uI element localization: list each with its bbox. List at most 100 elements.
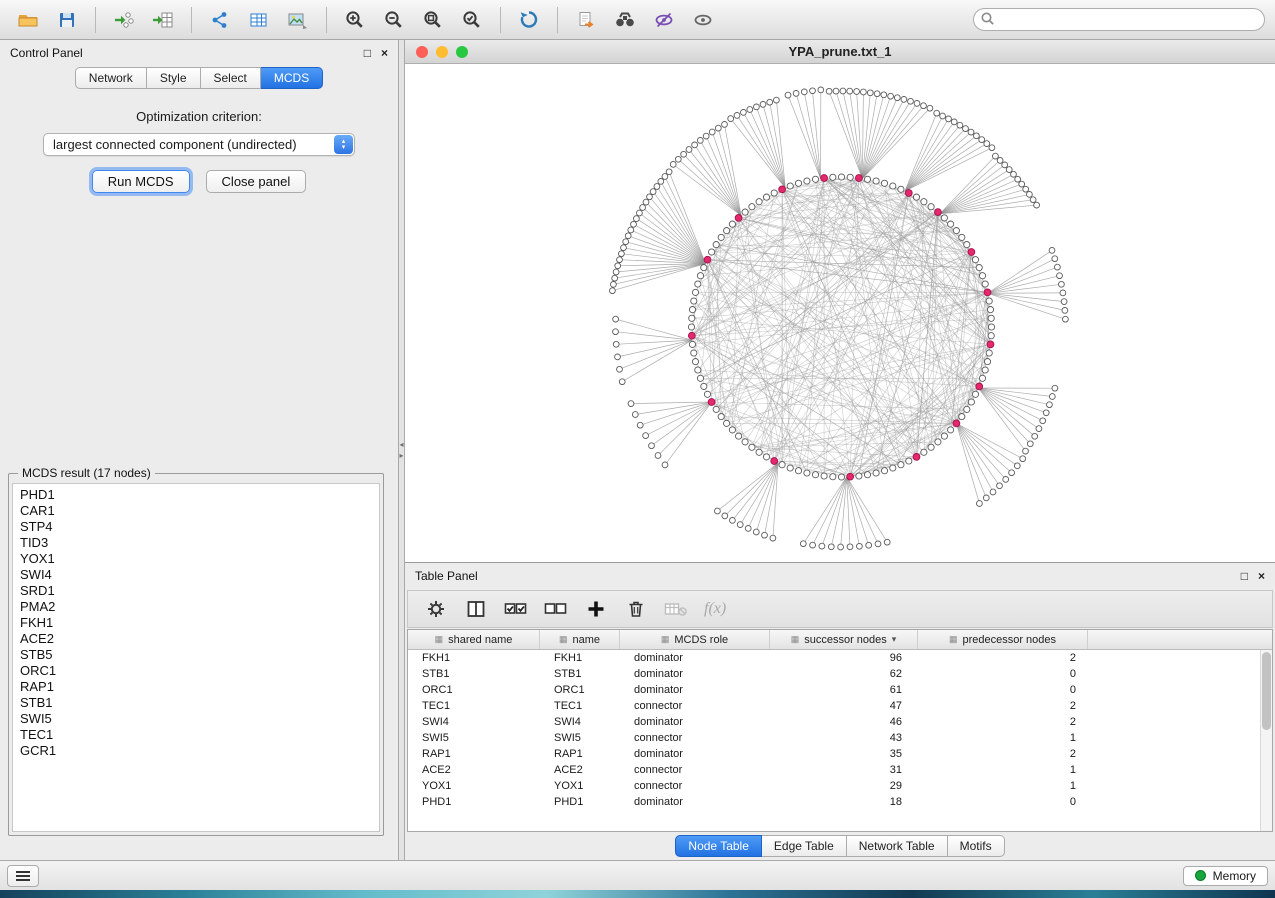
close-window-icon[interactable] bbox=[416, 46, 428, 58]
zoom-fit-icon[interactable] bbox=[415, 4, 451, 36]
result-node-item[interactable]: PHD1 bbox=[20, 487, 372, 503]
zoom-window-icon[interactable] bbox=[456, 46, 468, 58]
tab-edge-table[interactable]: Edge Table bbox=[762, 835, 847, 857]
new-network-icon[interactable] bbox=[202, 4, 238, 36]
table-row[interactable]: PHD1PHD1dominator180 bbox=[408, 794, 1272, 810]
collapse-left-icon[interactable]: ◂ bbox=[399, 440, 403, 449]
table-settings-gear-icon[interactable] bbox=[424, 597, 448, 621]
result-node-item[interactable]: YOX1 bbox=[20, 551, 372, 567]
table-cell: SWI4 bbox=[540, 714, 620, 730]
search-input[interactable] bbox=[973, 8, 1265, 31]
select-all-icon[interactable] bbox=[504, 597, 528, 621]
table-cell: connector bbox=[620, 778, 770, 794]
table-cell: SWI4 bbox=[408, 714, 540, 730]
result-node-item[interactable]: STB5 bbox=[20, 647, 372, 663]
memory-button[interactable]: Memory bbox=[1183, 866, 1268, 886]
open-folder-icon[interactable] bbox=[10, 4, 46, 36]
result-node-item[interactable]: ACE2 bbox=[20, 631, 372, 647]
result-node-item[interactable]: PMA2 bbox=[20, 599, 372, 615]
delete-trash-icon[interactable] bbox=[624, 597, 648, 621]
search-binoculars-icon[interactable] bbox=[607, 4, 643, 36]
result-node-item[interactable]: FKH1 bbox=[20, 615, 372, 631]
table-row[interactable]: ACE2ACE2connector311 bbox=[408, 762, 1272, 778]
table-cell: 0 bbox=[918, 666, 1088, 682]
result-node-item[interactable]: STP4 bbox=[20, 519, 372, 535]
column-header-mcds-role[interactable]: ▦MCDS role bbox=[620, 630, 770, 649]
panel-splitter[interactable]: ◂ ▸ bbox=[398, 40, 405, 860]
tab-style[interactable]: Style bbox=[147, 67, 201, 89]
hide-details-icon[interactable] bbox=[646, 4, 682, 36]
zoom-in-icon[interactable] bbox=[337, 4, 373, 36]
node-table-body: FKH1FKH1dominator962STB1STB1dominator620… bbox=[408, 650, 1272, 831]
table-row[interactable]: TEC1TEC1connector472 bbox=[408, 698, 1272, 714]
result-node-item[interactable]: SRD1 bbox=[20, 583, 372, 599]
float-panel-icon[interactable]: □ bbox=[364, 47, 371, 59]
result-node-item[interactable]: TID3 bbox=[20, 535, 372, 551]
result-node-item[interactable]: RAP1 bbox=[20, 679, 372, 695]
table-cell: 2 bbox=[918, 714, 1088, 730]
tab-node-table[interactable]: Node Table bbox=[675, 835, 762, 857]
result-node-item[interactable]: STB1 bbox=[20, 695, 372, 711]
table-cell: 29 bbox=[770, 778, 918, 794]
import-table-file-icon[interactable] bbox=[145, 4, 181, 36]
import-network-file-icon[interactable] bbox=[106, 4, 142, 36]
column-header-predecessor-nodes[interactable]: ▦predecessor nodes bbox=[918, 630, 1088, 649]
network-from-table-icon[interactable] bbox=[241, 4, 277, 36]
result-node-item[interactable]: CAR1 bbox=[20, 503, 372, 519]
unselect-all-icon[interactable] bbox=[544, 597, 568, 621]
tab-motifs[interactable]: Motifs bbox=[948, 835, 1005, 857]
table-row[interactable]: FKH1FKH1dominator962 bbox=[408, 650, 1272, 666]
scrollbar-thumb[interactable] bbox=[1262, 652, 1271, 730]
table-cell: TEC1 bbox=[408, 698, 540, 714]
column-header-name[interactable]: ▦name bbox=[540, 630, 620, 649]
table-row[interactable]: SWI5SWI5connector431 bbox=[408, 730, 1272, 746]
tab-network-table[interactable]: Network Table bbox=[847, 835, 948, 857]
zoom-out-icon[interactable] bbox=[376, 4, 412, 36]
refresh-icon[interactable] bbox=[511, 4, 547, 36]
add-column-icon[interactable] bbox=[584, 597, 608, 621]
network-canvas[interactable] bbox=[405, 64, 1275, 562]
table-scrollbar[interactable] bbox=[1260, 650, 1272, 831]
column-header-shared-name[interactable]: ▦shared name bbox=[408, 630, 540, 649]
close-panel-button[interactable]: Close panel bbox=[206, 170, 307, 193]
minimize-window-icon[interactable] bbox=[436, 46, 448, 58]
column-header-filler bbox=[1088, 630, 1272, 649]
table-cell-filler bbox=[1088, 746, 1272, 762]
tab-select[interactable]: Select bbox=[201, 67, 261, 89]
table-panel-title: Table Panel bbox=[415, 569, 478, 583]
result-node-item[interactable]: SWI5 bbox=[20, 711, 372, 727]
table-row[interactable]: SWI4SWI4dominator462 bbox=[408, 714, 1272, 730]
result-node-item[interactable]: GCR1 bbox=[20, 743, 372, 759]
toolbar-separator bbox=[95, 7, 96, 33]
table-cell: dominator bbox=[620, 794, 770, 810]
table-row[interactable]: YOX1YOX1connector291 bbox=[408, 778, 1272, 794]
float-table-panel-icon[interactable]: □ bbox=[1241, 570, 1248, 582]
table-row[interactable]: ORC1ORC1dominator610 bbox=[408, 682, 1272, 698]
close-panel-icon[interactable]: × bbox=[381, 47, 388, 59]
table-row[interactable]: STB1STB1dominator620 bbox=[408, 666, 1272, 682]
table-cell: connector bbox=[620, 730, 770, 746]
criterion-dropdown[interactable]: largest connected component (undirected)… bbox=[43, 133, 355, 156]
save-icon[interactable] bbox=[49, 4, 85, 36]
control-panel-title: Control Panel bbox=[10, 46, 83, 60]
tab-network[interactable]: Network bbox=[75, 67, 147, 89]
result-node-item[interactable]: ORC1 bbox=[20, 663, 372, 679]
zoom-selected-icon[interactable] bbox=[454, 4, 490, 36]
collapse-right-icon[interactable]: ▸ bbox=[399, 451, 403, 460]
result-node-item[interactable]: SWI4 bbox=[20, 567, 372, 583]
table-row[interactable]: RAP1RAP1dominator352 bbox=[408, 746, 1272, 762]
panel-menu-icon[interactable] bbox=[7, 865, 39, 887]
export-image-icon[interactable] bbox=[280, 4, 316, 36]
show-details-icon[interactable] bbox=[685, 4, 721, 36]
run-mcds-button[interactable]: Run MCDS bbox=[92, 170, 190, 193]
close-table-panel-icon[interactable]: × bbox=[1258, 570, 1265, 582]
show-columns-icon[interactable] bbox=[464, 597, 488, 621]
column-header-successor-nodes[interactable]: ▦successor nodes▾ bbox=[770, 630, 918, 649]
network-title: YPA_prune.txt_1 bbox=[405, 44, 1275, 59]
share-document-icon[interactable] bbox=[568, 4, 604, 36]
table-panel: Table Panel □ × bbox=[405, 562, 1275, 860]
mcds-result-list[interactable]: PHD1CAR1STP4TID3YOX1SWI4SRD1PMA2FKH1ACE2… bbox=[12, 483, 380, 832]
result-node-item[interactable]: TEC1 bbox=[20, 727, 372, 743]
table-cell: 1 bbox=[918, 730, 1088, 746]
tab-mcds[interactable]: MCDS bbox=[261, 67, 323, 89]
